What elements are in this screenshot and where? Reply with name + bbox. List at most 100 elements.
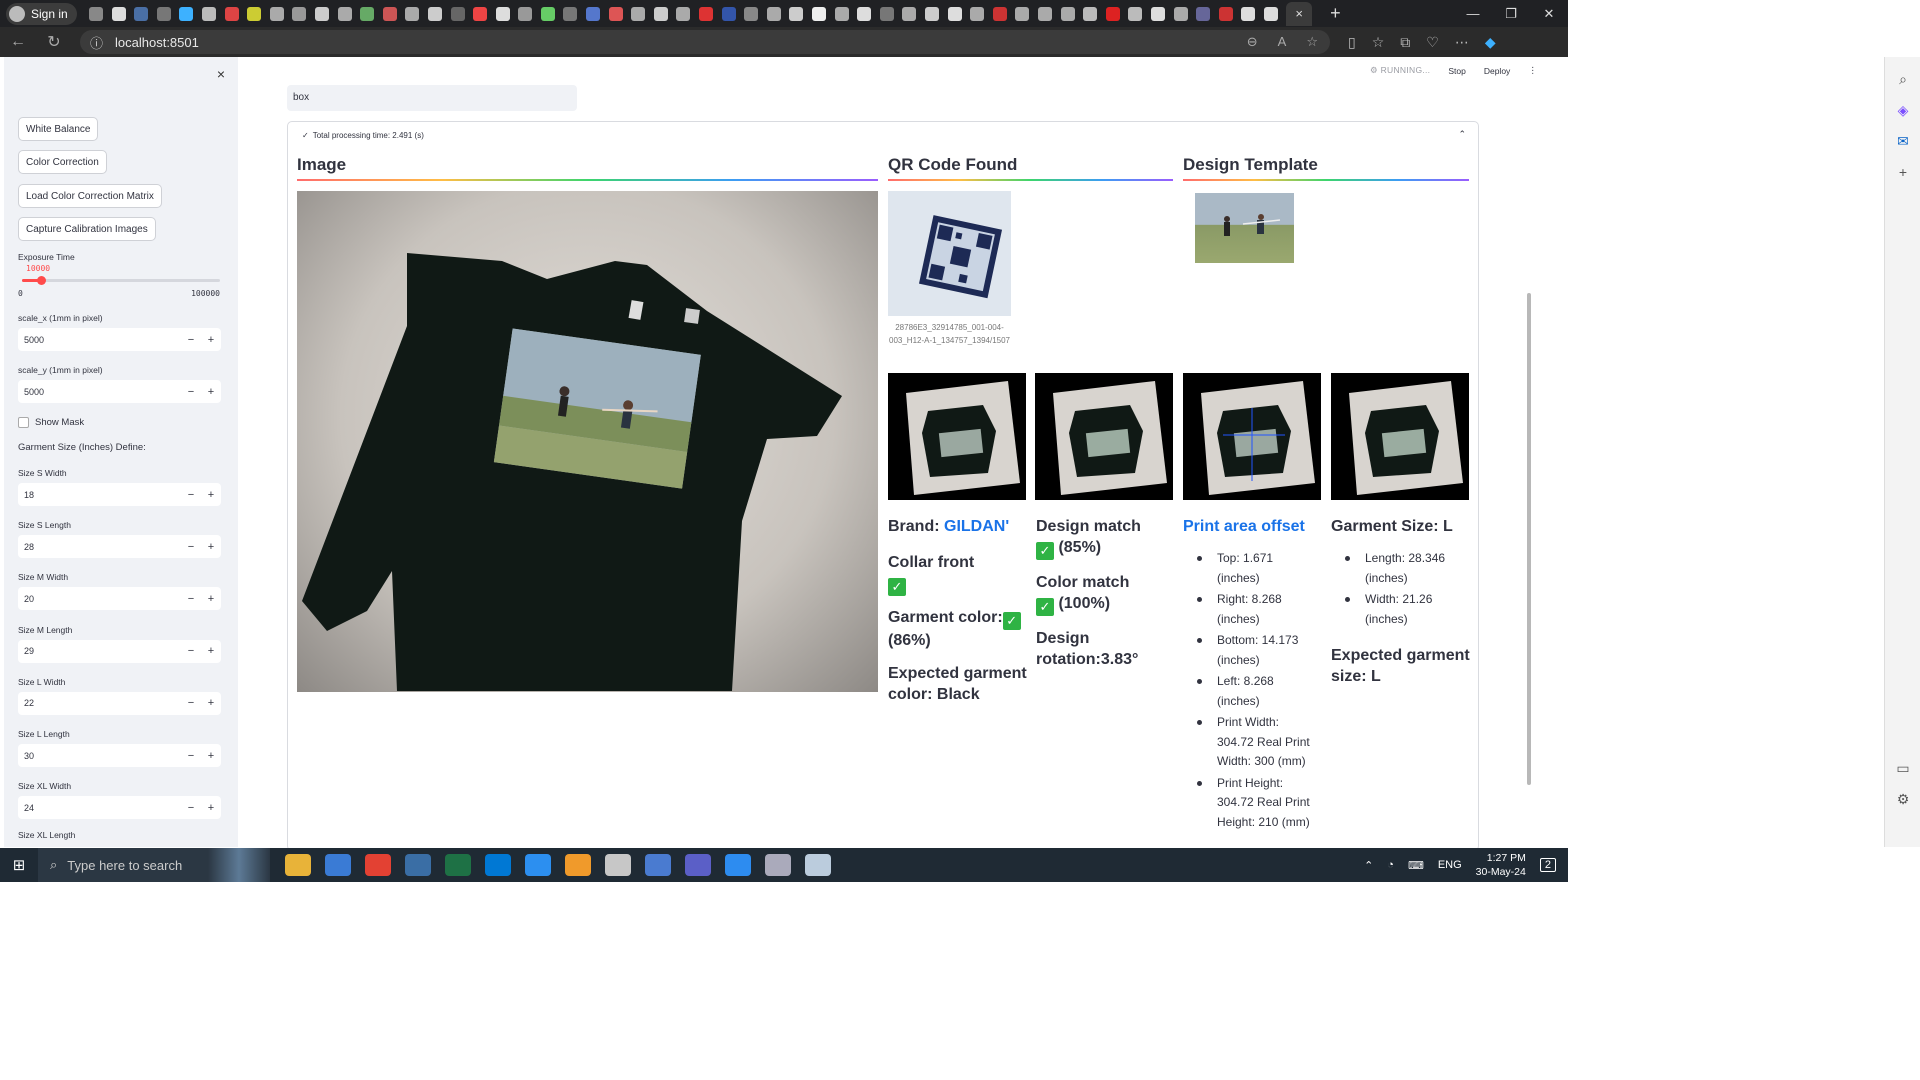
size-decrement[interactable]: − xyxy=(181,541,201,553)
tab-favicon[interactable] xyxy=(540,6,555,21)
taskbar-app-icon[interactable] xyxy=(285,854,311,876)
tab-favicon[interactable] xyxy=(699,6,714,21)
search-icon[interactable]: ⌕ xyxy=(1885,71,1920,88)
wifi-icon[interactable]: ◔ xyxy=(1387,859,1394,871)
tab-favicon[interactable] xyxy=(924,6,939,21)
taskbar-app-icon[interactable] xyxy=(525,854,551,876)
tab-favicon[interactable] xyxy=(992,6,1007,21)
tab-favicon[interactable] xyxy=(608,6,623,21)
tab-favicon[interactable] xyxy=(789,6,804,21)
scale-x-input[interactable]: 5000 − + xyxy=(18,328,221,351)
taskbar-app-icon[interactable] xyxy=(605,854,631,876)
taskbar-app-icon[interactable] xyxy=(485,854,511,876)
tab-favicon[interactable] xyxy=(902,6,917,21)
taskbar-app-icon[interactable] xyxy=(565,854,591,876)
collections-icon[interactable]: ⧉ xyxy=(1400,34,1410,51)
size-increment[interactable]: + xyxy=(201,541,221,553)
size-increment[interactable]: + xyxy=(201,750,221,762)
tab-favicon[interactable] xyxy=(360,6,375,21)
tab-favicon[interactable] xyxy=(721,6,736,21)
copilot-sidebar-icon[interactable]: ◈ xyxy=(1885,102,1920,119)
sidebar-close-icon[interactable]: × xyxy=(217,66,225,82)
taskbar-app-icon[interactable] xyxy=(685,854,711,876)
tab-favicon[interactable] xyxy=(1060,6,1075,21)
tab-favicon[interactable] xyxy=(563,6,578,21)
checkbox-box[interactable] xyxy=(18,417,29,428)
tab-favicon[interactable] xyxy=(247,6,262,21)
size-decrement[interactable]: − xyxy=(181,489,201,501)
tab-favicon[interactable] xyxy=(156,6,171,21)
tab-favicon[interactable] xyxy=(1105,6,1120,21)
tab-favicon[interactable] xyxy=(427,6,442,21)
language-indicator[interactable]: ENG xyxy=(1438,859,1462,871)
white-balance-button[interactable]: White Balance xyxy=(18,117,99,141)
tab-favicon[interactable] xyxy=(1173,6,1188,21)
tab-favicon[interactable] xyxy=(473,6,488,21)
tab-favicon[interactable] xyxy=(405,6,420,21)
restore-icon[interactable]: ❐ xyxy=(1492,0,1530,27)
color-correction-button[interactable]: Color Correction xyxy=(18,150,107,174)
size-input[interactable]: 18 − + xyxy=(18,483,221,506)
show-mask-checkbox[interactable]: Show Mask xyxy=(18,417,84,428)
size-decrement[interactable]: − xyxy=(181,802,201,814)
tab-favicon[interactable] xyxy=(224,6,239,21)
expander-header[interactable]: ✓ Total processing time: 2.491 (s) xyxy=(302,131,424,140)
keyboard-icon[interactable]: ⌨ xyxy=(1408,859,1424,872)
tab-favicon[interactable] xyxy=(495,6,510,21)
tab-favicon[interactable] xyxy=(382,6,397,21)
scale-y-decrement[interactable]: − xyxy=(181,386,201,398)
tab-favicon[interactable] xyxy=(857,6,872,21)
stop-button[interactable]: Stop xyxy=(1448,66,1466,76)
back-icon[interactable]: ← xyxy=(0,33,36,51)
notification-icon[interactable]: 2 xyxy=(1539,858,1556,872)
tab-favicon[interactable] xyxy=(292,6,307,21)
sidebar-settings-icon[interactable]: ⚙ xyxy=(1885,791,1920,808)
size-input[interactable]: 20 − + xyxy=(18,587,221,611)
tab-favicon[interactable] xyxy=(812,6,826,21)
extensions-icon[interactable]: ♡ xyxy=(1426,34,1439,51)
deploy-button[interactable]: Deploy xyxy=(1484,66,1510,76)
profile-signin-button[interactable]: Sign in xyxy=(6,2,77,25)
favorites-icon[interactable]: ☆ xyxy=(1372,34,1385,51)
tab-favicon[interactable] xyxy=(766,6,781,21)
tab-favicon[interactable] xyxy=(1218,6,1233,21)
taskbar-app-icon[interactable] xyxy=(765,854,791,876)
size-decrement[interactable]: − xyxy=(181,750,201,762)
taskbar-app-icon[interactable] xyxy=(645,854,671,876)
active-tab[interactable]: × xyxy=(1286,1,1313,26)
taskbar-app-icon[interactable] xyxy=(725,854,751,876)
size-input[interactable]: 22 − + xyxy=(18,691,221,715)
exposure-slider-handle[interactable] xyxy=(37,276,47,285)
tab-favicon[interactable] xyxy=(631,6,646,21)
read-aloud-icon[interactable]: A xyxy=(1278,34,1287,50)
tab-favicon[interactable] xyxy=(337,6,352,21)
refresh-icon[interactable]: ↻ xyxy=(36,32,72,52)
zoom-icon[interactable]: ⊖ xyxy=(1247,34,1258,50)
scale-y-increment[interactable]: + xyxy=(201,386,221,398)
size-increment[interactable]: + xyxy=(201,802,221,814)
clock[interactable]: 1:27 PM 30-May-24 xyxy=(1476,851,1526,879)
tab-favicon[interactable] xyxy=(1083,6,1098,21)
url-field[interactable]: ⓘ localhost:8501 ⊖ A ☆ xyxy=(80,30,1330,54)
tab-favicon[interactable] xyxy=(1150,6,1165,21)
tab-favicon[interactable] xyxy=(653,6,668,21)
tab-favicon[interactable] xyxy=(111,6,126,21)
tab-favicon[interactable] xyxy=(314,6,329,21)
taskbar-app-icon[interactable] xyxy=(805,854,831,876)
size-input[interactable]: 24 − + xyxy=(18,796,221,820)
scale-y-input[interactable]: 5000 − + xyxy=(18,380,221,403)
scale-x-decrement[interactable]: − xyxy=(181,334,201,346)
exposure-slider-track[interactable] xyxy=(22,279,220,282)
taskbar-app-icon[interactable] xyxy=(325,854,351,876)
tab-favicon[interactable] xyxy=(518,6,533,21)
size-input[interactable]: 29 − + xyxy=(18,639,221,663)
favorite-star-icon[interactable]: ☆ xyxy=(1306,34,1318,50)
tab-favicon[interactable] xyxy=(1015,6,1030,21)
capture-calibration-button[interactable]: Capture Calibration Images xyxy=(18,217,156,241)
taskbar-app-icon[interactable] xyxy=(405,854,431,876)
tab-favicon[interactable] xyxy=(879,6,894,21)
tab-favicon[interactable] xyxy=(834,6,849,21)
hide-sidebar-icon[interactable]: ▭ xyxy=(1885,760,1920,777)
tray-chevron-icon[interactable]: ⌃ xyxy=(1364,859,1373,872)
copilot-icon[interactable]: ◆ xyxy=(1485,34,1496,51)
